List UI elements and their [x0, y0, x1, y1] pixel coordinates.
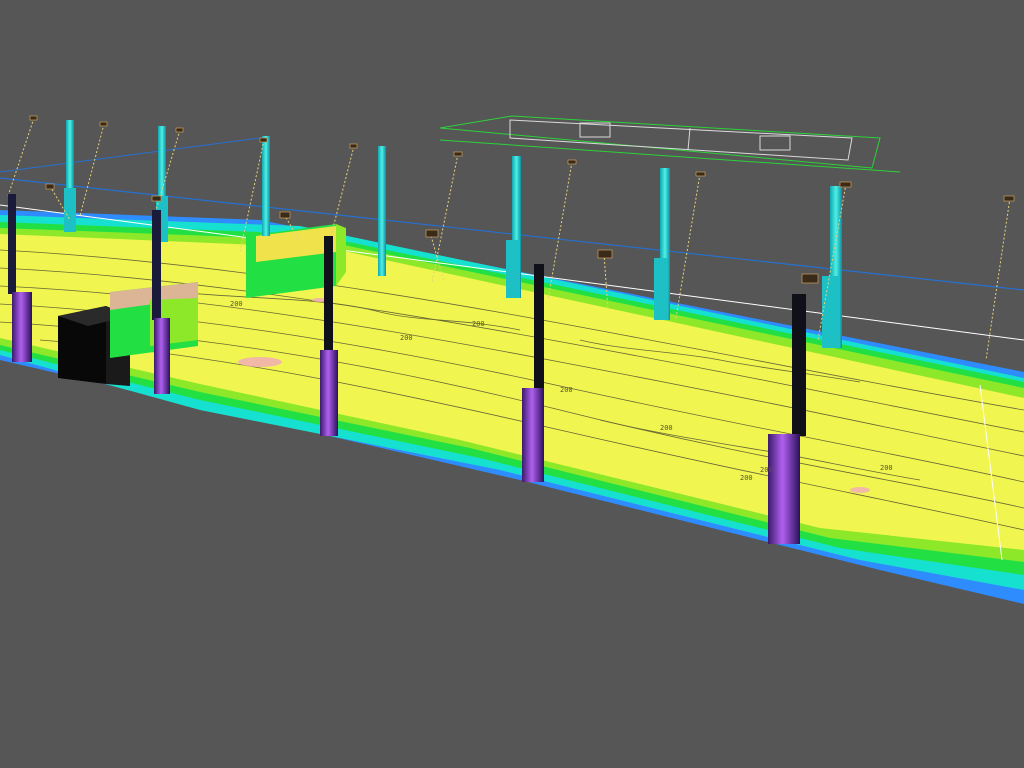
value-label: 200: [880, 464, 893, 472]
luminaire: [259, 137, 268, 143]
value-label: 200: [560, 386, 573, 394]
luminaire: [567, 159, 577, 165]
luminaire: [597, 249, 613, 259]
far-pole: [378, 146, 386, 276]
luminaire: [695, 171, 706, 177]
value-label: 200: [230, 300, 243, 308]
luminaire: [279, 211, 291, 219]
luminaire: [801, 273, 819, 284]
value-label: 200: [740, 474, 753, 482]
luminaire: [839, 181, 852, 188]
scene-canvas: 200 200 200 200 200 200 200 200: [0, 0, 1024, 768]
luminaire: [175, 127, 184, 133]
value-label: 200: [660, 424, 673, 432]
luminaire: [1003, 195, 1015, 202]
luminaire: [99, 121, 108, 127]
luminaire: [151, 195, 162, 202]
luminaire: [425, 229, 439, 238]
3d-viewport[interactable]: 200 200 200 200 200 200 200 200: [0, 0, 1024, 768]
far-pole: [262, 136, 270, 236]
luminaire: [45, 183, 55, 190]
value-label: 200: [400, 334, 413, 342]
value-label: 200: [760, 466, 773, 474]
luminaire: [349, 143, 358, 149]
luminaire: [453, 151, 463, 157]
value-label: 200: [472, 320, 485, 328]
luminaire: [29, 115, 38, 121]
